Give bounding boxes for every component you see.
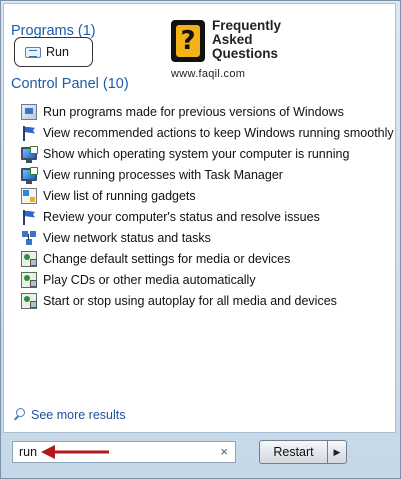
- logo-text: Frequently Asked Questions: [212, 18, 282, 61]
- control-panel-result[interactable]: Run programs made for previous versions …: [21, 101, 394, 122]
- action-center-flag-icon: [21, 125, 37, 141]
- action-center-flag-icon: [21, 209, 37, 225]
- restart-button[interactable]: Restart: [259, 440, 327, 464]
- see-more-results-label: See more results: [31, 408, 126, 422]
- see-more-results-link[interactable]: See more results: [13, 408, 125, 422]
- control-panel-result[interactable]: View network status and tasks: [21, 227, 394, 248]
- control-panel-result[interactable]: Change default settings for media or dev…: [21, 248, 394, 269]
- control-panel-result[interactable]: View running processes with Task Manager: [21, 164, 394, 185]
- annotation-arrow: [41, 445, 109, 459]
- control-panel-section-title: Control Panel (10): [11, 76, 129, 92]
- logo-url: www.faqil.com: [171, 68, 246, 80]
- control-panel-results: Run programs made for previous versions …: [21, 101, 394, 311]
- compatibility-icon: [21, 103, 37, 120]
- network-icon: [21, 230, 37, 246]
- control-panel-result[interactable]: Play CDs or other media automatically: [21, 269, 394, 290]
- control-panel-result[interactable]: Review your computer's status and resolv…: [21, 206, 394, 227]
- gadgets-icon: [21, 187, 37, 204]
- control-panel-result[interactable]: View list of running gadgets: [21, 185, 394, 206]
- system-monitor-icon: [21, 146, 38, 163]
- program-result-run[interactable]: Run: [14, 37, 93, 67]
- autoplay-icon: [21, 292, 37, 309]
- run-icon: [25, 46, 41, 58]
- shutdown-button-group: Restart ▶: [259, 440, 347, 464]
- search-icon: [13, 408, 26, 422]
- shutdown-options-arrow-icon[interactable]: ▶: [327, 440, 347, 464]
- control-panel-result[interactable]: Show which operating system your compute…: [21, 143, 394, 164]
- question-mark-icon: ?: [171, 20, 205, 62]
- clear-search-icon[interactable]: ×: [220, 444, 228, 460]
- autoplay-icon: [21, 250, 37, 267]
- control-panel-result[interactable]: View recommended actions to keep Windows…: [21, 122, 394, 143]
- autoplay-icon: [21, 271, 37, 288]
- faq-logo: ? Frequently Asked Questions www.faqil.c…: [167, 18, 287, 82]
- search-results-pane: Programs (1) Run ? Frequently Asked Ques…: [3, 3, 396, 433]
- program-result-label: Run: [46, 45, 69, 59]
- system-monitor-icon: [21, 167, 38, 184]
- start-menu: Programs (1) Run ? Frequently Asked Ques…: [0, 0, 401, 479]
- control-panel-result[interactable]: Start or stop using autoplay for all med…: [21, 290, 394, 311]
